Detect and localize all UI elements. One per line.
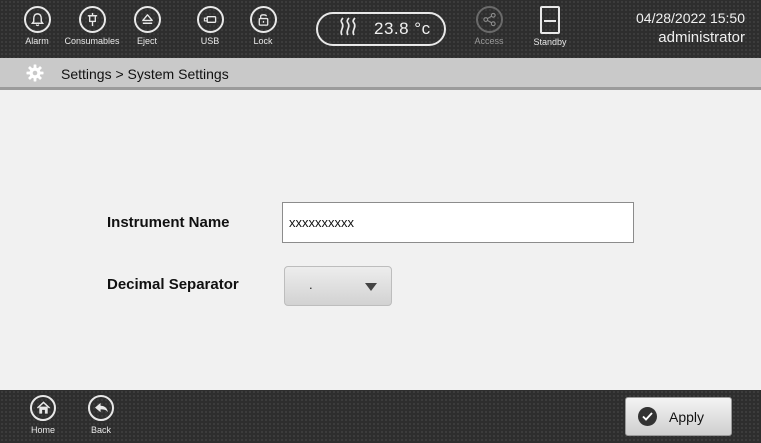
access-button[interactable]: Access: [461, 6, 517, 54]
standby-icon: [540, 6, 560, 34]
gear-icon: [26, 64, 44, 82]
status-info: 04/28/2022 15:50 administrator: [636, 9, 745, 47]
access-label: Access: [474, 36, 504, 46]
eject-button[interactable]: Eject: [119, 6, 175, 54]
user-name: administrator: [658, 29, 745, 46]
settings-content: Instrument Name Decimal Separator .: [0, 90, 761, 390]
bell-icon: [23, 6, 51, 33]
lock-open-icon: [249, 6, 277, 33]
alarm-label: Alarm: [25, 36, 49, 46]
top-toolbar: Alarm Consumables Eject USB Lock 23.8 °c…: [0, 0, 761, 58]
apply-label: Apply: [669, 408, 705, 425]
lock-label: Lock: [253, 36, 273, 46]
back-arrow-icon: [88, 395, 114, 421]
instrument-name-label: Instrument Name: [107, 214, 230, 231]
datetime-text: 04/28/2022 15:50: [636, 10, 745, 26]
check-icon: [638, 407, 657, 426]
back-label: Back: [90, 425, 111, 435]
temperature-display[interactable]: 23.8 °c: [316, 12, 446, 46]
bottom-toolbar: Home Back Apply: [0, 390, 761, 443]
consumables-button[interactable]: Consumables: [64, 6, 120, 54]
eject-label: Eject: [136, 36, 157, 46]
standby-button[interactable]: Standby: [522, 6, 578, 54]
back-button[interactable]: Back: [78, 395, 124, 441]
plunger-icon: [78, 6, 106, 33]
share-icon: [475, 6, 503, 33]
decimal-separator-label: Decimal Separator: [107, 276, 239, 293]
breadcrumb-text: Settings > System Settings: [61, 66, 229, 82]
home-icon: [30, 395, 56, 421]
decimal-separator-dropdown[interactable]: .: [284, 266, 392, 306]
alarm-button[interactable]: Alarm: [9, 6, 65, 54]
apply-button[interactable]: Apply: [625, 397, 732, 436]
heat-icon: [338, 16, 360, 42]
caret-down-icon: [365, 283, 377, 291]
usb-icon: [196, 6, 224, 33]
lock-button[interactable]: Lock: [235, 6, 291, 54]
instrument-name-input[interactable]: [282, 202, 634, 243]
usb-button[interactable]: USB: [182, 6, 238, 54]
home-label: Home: [30, 425, 55, 435]
consumables-label: Consumables: [64, 36, 120, 46]
eject-icon: [133, 6, 161, 33]
breadcrumb: Settings > System Settings: [0, 58, 761, 90]
temperature-value: 23.8 °c: [374, 19, 431, 38]
usb-label: USB: [200, 36, 220, 46]
decimal-separator-value: .: [309, 277, 313, 292]
standby-label: Standby: [533, 37, 567, 47]
home-button[interactable]: Home: [20, 395, 66, 441]
